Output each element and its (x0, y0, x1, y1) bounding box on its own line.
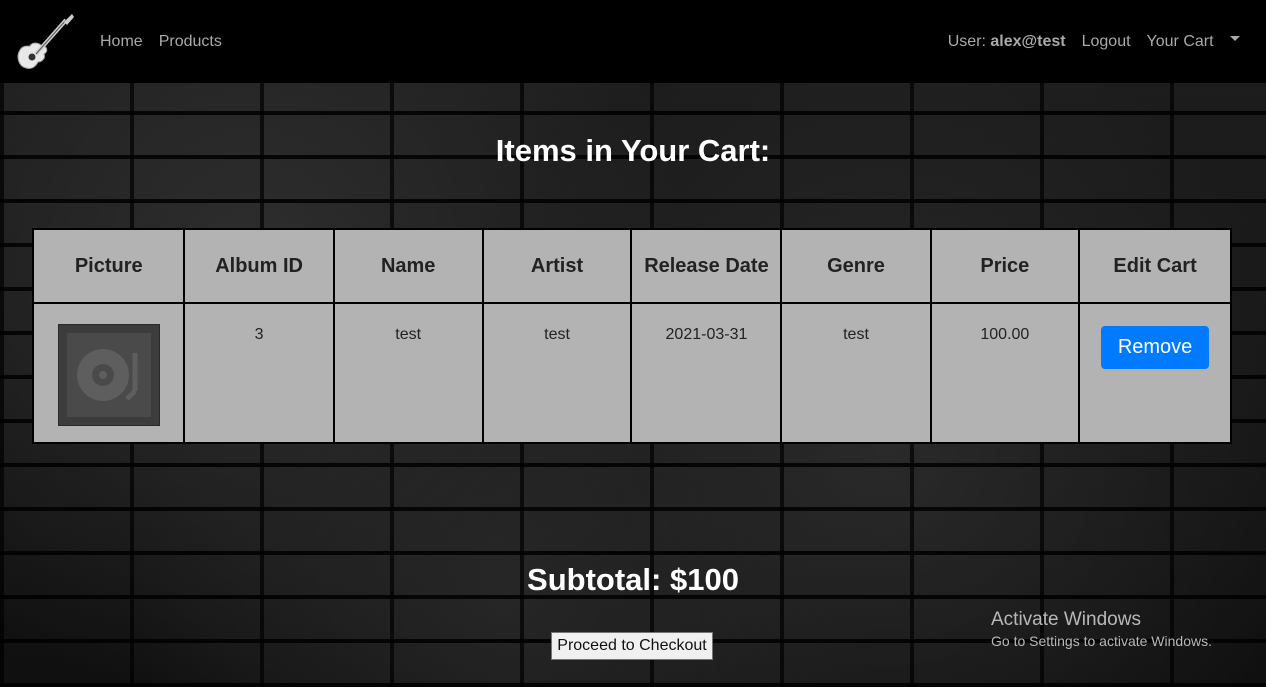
header-album-id: Album ID (183, 228, 335, 304)
nav-home-link[interactable]: Home (100, 33, 143, 51)
proceed-to-checkout-button[interactable]: Proceed to Checkout (551, 632, 713, 660)
subtotal-label: Subtotal: $100 (527, 562, 739, 597)
header-artist: Artist (481, 228, 633, 304)
user-prefix: User: (947, 33, 986, 50)
chevron-down-icon[interactable] (1230, 36, 1240, 42)
nav-products-link[interactable]: Products (159, 33, 222, 51)
header-picture: Picture (31, 228, 186, 304)
cell-genre: test (780, 302, 932, 444)
header-release-date: Release Date (630, 228, 783, 304)
nav-links: Home Products (100, 33, 222, 51)
cell-edit-cart: Remove (1078, 302, 1232, 444)
nav-user-area: User: alex@test Logout Your Cart (948, 33, 1240, 51)
cell-artist: test (481, 302, 633, 444)
header-price: Price (929, 228, 1081, 304)
table-row: 3 test test 2021-03-31 test 100.00 Remov… (31, 302, 1232, 444)
cell-name: test (332, 302, 484, 444)
guitar-icon[interactable] (14, 12, 76, 72)
header-genre: Genre (780, 228, 932, 304)
page-title: Items in Your Cart: (495, 133, 771, 168)
cart-dropdown[interactable]: Your Cart (1147, 33, 1240, 51)
cell-price: 100.00 (929, 302, 1081, 444)
remove-button[interactable]: Remove (1100, 326, 1210, 369)
watermark-title: Activate Windows (991, 609, 1141, 630)
header-edit-cart: Edit Cart (1078, 228, 1232, 304)
activate-windows-watermark: Activate Windows Go to Settings to activ… (991, 609, 1212, 649)
watermark-subtitle: Go to Settings to activate Windows. (991, 633, 1212, 649)
cell-picture (31, 302, 186, 444)
cell-album-id: 3 (183, 302, 335, 444)
header-name: Name (332, 228, 484, 304)
user-email: alex@test (990, 33, 1066, 50)
navbar: Home Products User: alex@test Logout You… (0, 0, 1266, 83)
table-header-row: Picture Album ID Name Artist Release Dat… (31, 228, 1232, 304)
logout-link[interactable]: Logout (1082, 33, 1131, 51)
user-label: User: alex@test (948, 33, 1066, 51)
cart-dropdown-label[interactable]: Your Cart (1147, 33, 1214, 50)
cell-release-date: 2021-03-31 (630, 302, 783, 444)
cart-table: Picture Album ID Name Artist Release Dat… (31, 228, 1232, 444)
turntable-icon (57, 324, 160, 426)
